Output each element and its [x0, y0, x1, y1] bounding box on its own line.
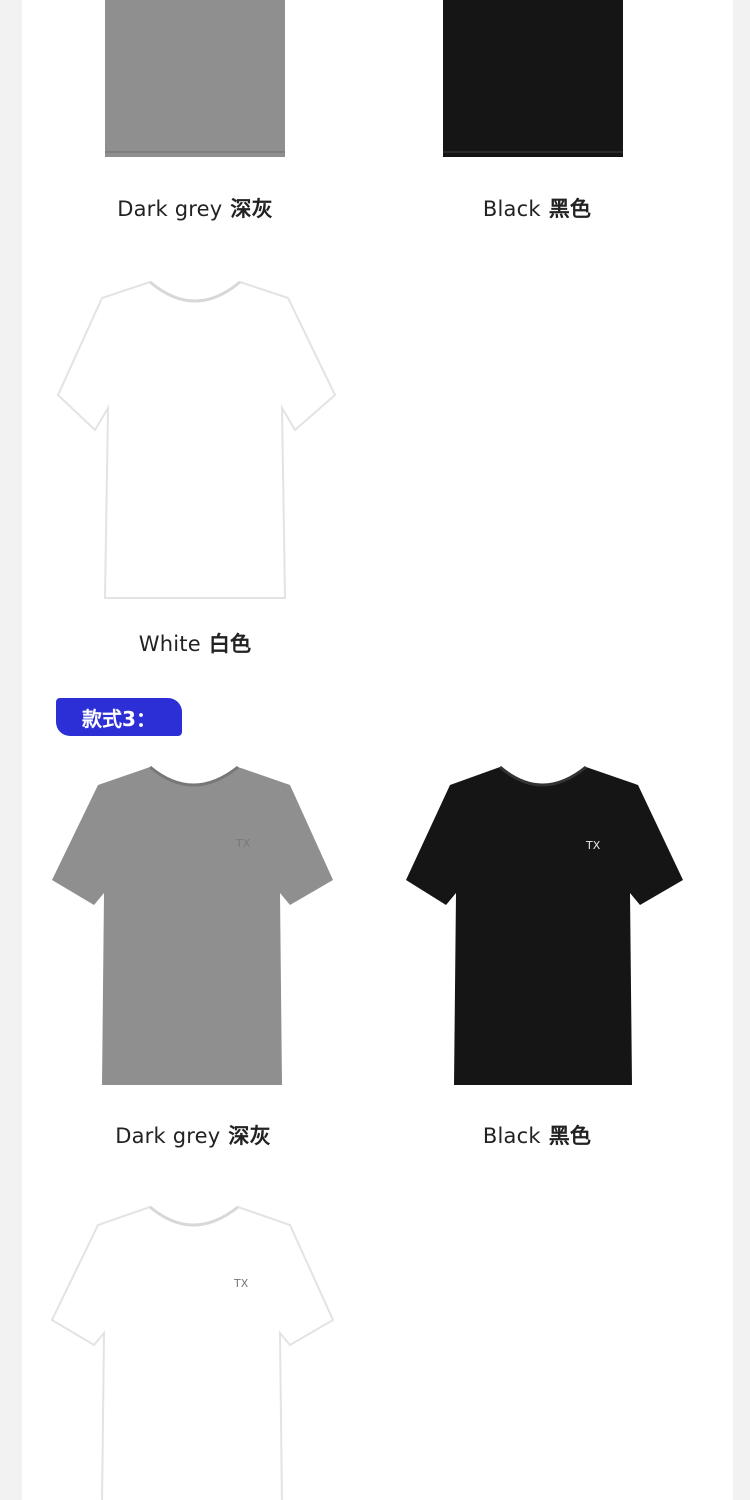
chest-logo-icon: TX: [585, 839, 601, 852]
variant-black[interactable]: Black 黑色: [372, 0, 702, 240]
white-tshirt-icon: [56, 280, 337, 599]
variant-dark-grey[interactable]: Dark grey 深灰: [30, 0, 360, 240]
variant-label: Dark grey 深灰: [117, 197, 273, 221]
grey-tshirt-icon: TX: [52, 765, 333, 1085]
variant-white[interactable]: TX: [28, 1205, 358, 1500]
chest-logo-icon: TX: [235, 837, 251, 850]
variant-label: Black 黑色: [482, 1124, 592, 1148]
variant-white[interactable]: White 白色: [30, 280, 360, 660]
chest-logo-icon: TX: [233, 1277, 249, 1290]
grey-tshirt-icon: [105, 0, 285, 157]
variant-dark-grey[interactable]: TX Dark grey 深灰: [28, 765, 358, 1150]
variant-label: Dark grey 深灰: [115, 1124, 271, 1148]
style-3-badge: 款式3：: [56, 698, 182, 736]
variant-black[interactable]: TX Black 黑色: [372, 765, 702, 1150]
variant-label: Black 黑色: [482, 197, 592, 221]
variant-label: White 白色: [138, 632, 252, 656]
black-tshirt-icon: [443, 0, 623, 157]
white-tshirt-icon: TX: [50, 1205, 335, 1500]
black-tshirt-icon: TX: [406, 765, 683, 1085]
